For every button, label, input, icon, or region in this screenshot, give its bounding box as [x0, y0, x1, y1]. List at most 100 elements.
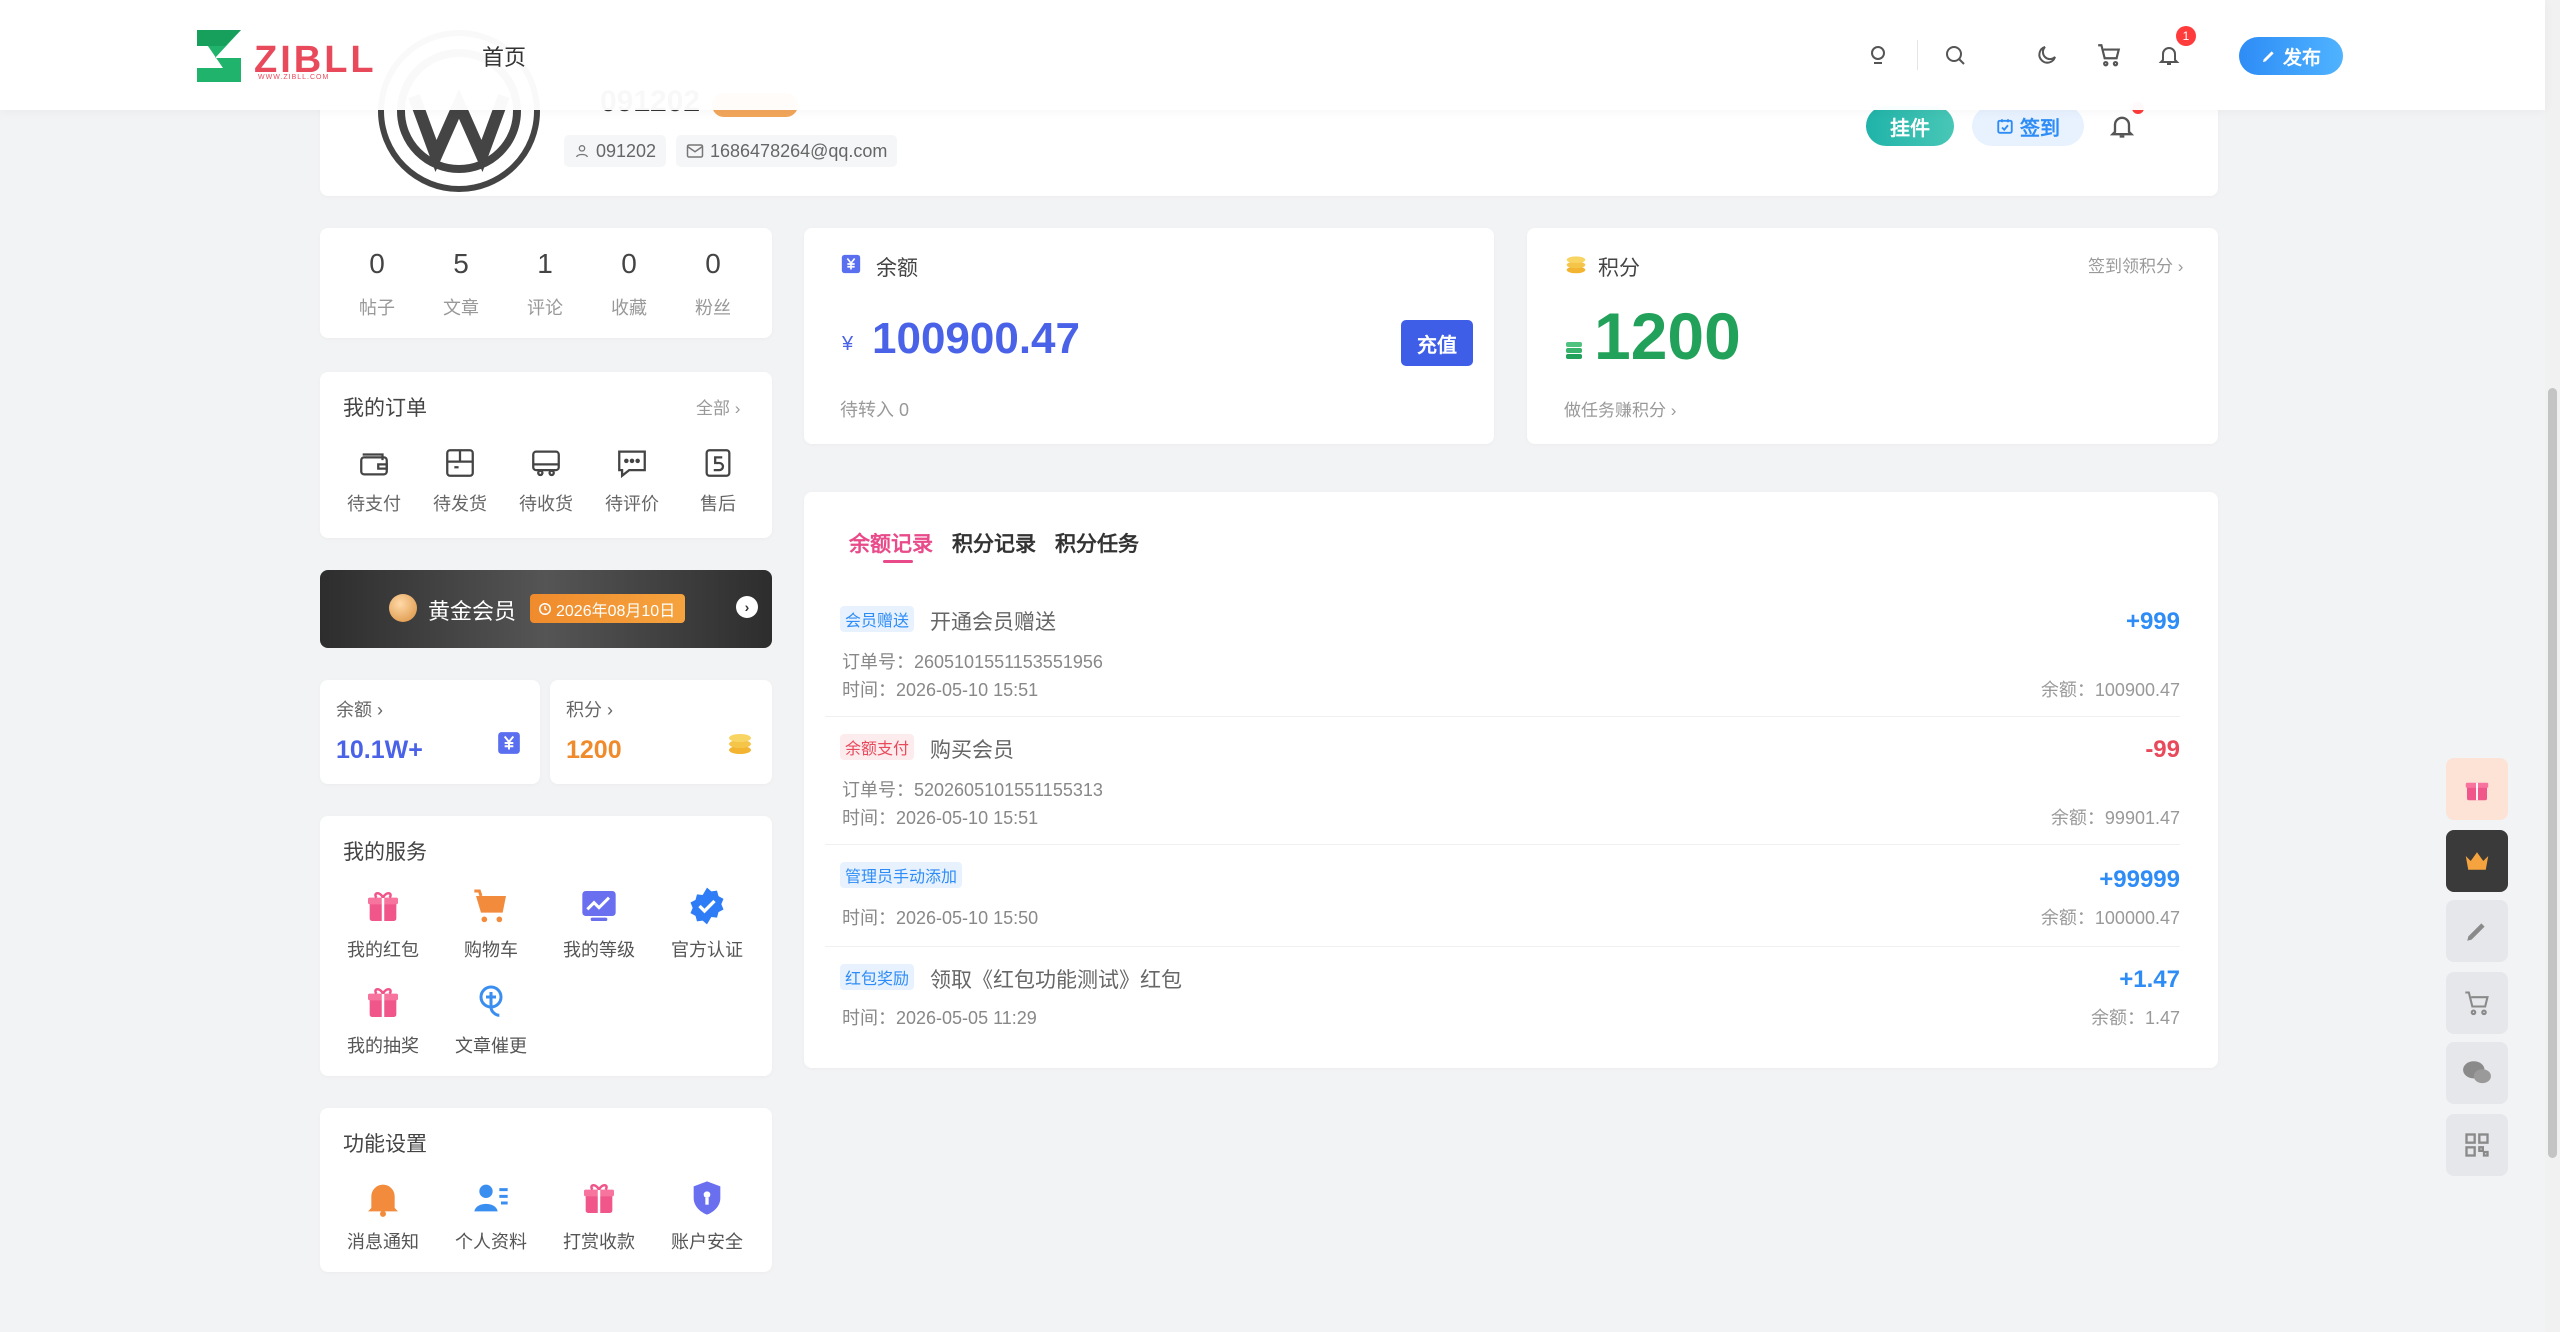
record-time: 时间：2026-05-05 11:29: [842, 1008, 1037, 1028]
setting-label: 个人资料: [455, 1232, 527, 1252]
mini-balance-card[interactable]: 余额 › 10.1W+: [320, 680, 540, 784]
record-order: 订单号：2605101551153551956: [842, 652, 1103, 672]
setting-label: 消息通知: [347, 1232, 419, 1252]
order-pending-receive[interactable]: 待收货: [510, 446, 582, 516]
stat-fans[interactable]: 0 粉丝: [683, 248, 743, 320]
vip-expire-badge: 2026年08月10日: [530, 594, 686, 623]
float-edit-button[interactable]: [2446, 900, 2508, 962]
record-tag: 管理员手动添加: [840, 862, 963, 888]
coins-icon: [726, 730, 754, 756]
service-label: 文章催更: [455, 1036, 527, 1056]
tab-points-records[interactable]: 积分记录: [952, 528, 1036, 558]
wechat-icon: [2463, 1061, 2491, 1084]
points-value: 1200: [1594, 299, 1741, 373]
stat-value: 0: [705, 248, 721, 279]
search-icon[interactable]: [1938, 38, 1972, 72]
stat-value: 0: [621, 248, 637, 279]
setting-reward[interactable]: 打赏收款: [551, 1178, 647, 1254]
task-points-label: 做任务赚积分: [1564, 401, 1666, 420]
stat-value: 5: [453, 248, 469, 279]
comment-icon: [615, 446, 649, 480]
setting-notifications[interactable]: 消息通知: [335, 1178, 431, 1254]
mini-points-card[interactable]: 积分 › 1200: [550, 680, 772, 784]
service-urge[interactable]: 文章催更: [443, 982, 539, 1058]
record-tag: 余额支付: [840, 734, 915, 760]
setting-profile[interactable]: 个人资料: [443, 1178, 539, 1254]
balance-pending: 待转入 0: [840, 400, 910, 420]
clock-icon: [539, 602, 551, 615]
order-pending-pay[interactable]: 待支付: [338, 446, 410, 516]
signin-points-link[interactable]: 签到领积分 ›: [2088, 252, 2183, 277]
orders-all-link[interactable]: 全部 ›: [696, 394, 740, 419]
stat-favorites[interactable]: 0 收藏: [599, 248, 659, 320]
record-amount: +999: [2125, 608, 2180, 635]
logo-icon[interactable]: [195, 28, 245, 84]
cart-icon[interactable]: [2092, 38, 2126, 72]
stat-value: 0: [369, 248, 385, 279]
currency-symbol: ¥: [842, 333, 854, 355]
email-pill: 1686478264@qq.com: [676, 135, 898, 167]
user-icon: [576, 145, 588, 158]
service-verify[interactable]: 官方认证: [659, 886, 755, 962]
stat-articles[interactable]: 5 文章: [431, 248, 491, 320]
wallet-icon: [357, 446, 391, 480]
float-wechat-button[interactable]: [2446, 1042, 2508, 1104]
chevron-right-icon[interactable]: ›: [736, 596, 758, 618]
setting-security[interactable]: 账户安全: [659, 1178, 755, 1254]
stat-comments[interactable]: 1 评论: [515, 248, 575, 320]
order-pending-ship[interactable]: 待发货: [424, 446, 496, 516]
stat-label: 粉丝: [695, 298, 731, 318]
header-divider: [1917, 40, 1918, 70]
task-points-link[interactable]: 做任务赚积分 ›: [1564, 396, 1676, 421]
stat-posts[interactable]: 0 帖子: [347, 248, 407, 320]
verified-icon: [687, 886, 727, 926]
tab-points-tasks[interactable]: 积分任务: [1055, 528, 1139, 558]
service-label: 我的抽奖: [347, 1036, 419, 1056]
mini-points-title: 积分 ›: [566, 700, 613, 720]
signin-label: 签到: [2020, 117, 2060, 140]
float-vip-button[interactable]: [2446, 830, 2508, 892]
qrcode-icon: [2465, 1133, 2489, 1157]
order-label: 售后: [700, 494, 736, 514]
service-redpacket[interactable]: 我的红包: [335, 886, 431, 962]
publish-button[interactable]: 发布: [2239, 37, 2343, 75]
service-level[interactable]: 我的等级: [551, 886, 647, 962]
reward-icon: [579, 1178, 619, 1218]
scrollbar-thumb[interactable]: [2548, 388, 2557, 1158]
service-cart[interactable]: 购物车: [443, 886, 539, 962]
orders-title: 我的订单: [343, 397, 427, 420]
pendant-button[interactable]: 挂件: [1866, 106, 1954, 146]
float-qrcode-button[interactable]: [2446, 1114, 2508, 1176]
record-title: 购买会员: [930, 739, 1014, 762]
crown-icon: [389, 594, 417, 622]
nav-home-link[interactable]: 首页: [482, 40, 526, 72]
setting-label: 账户安全: [671, 1232, 743, 1252]
order-pending-review[interactable]: 待评价: [596, 446, 668, 516]
recharge-button[interactable]: 充值: [1401, 320, 1473, 366]
moon-icon[interactable]: [2030, 38, 2064, 72]
signin-button[interactable]: 签到: [1972, 106, 2084, 146]
hand-icon: [471, 982, 511, 1022]
order-aftersale[interactable]: 售后: [682, 446, 754, 516]
aftersale-icon: [701, 446, 735, 480]
service-label: 官方认证: [671, 940, 743, 960]
calendar-check-icon: [1997, 119, 2013, 134]
record-balance: 余额：1.47: [2090, 1008, 2180, 1028]
record-balance: 余额：99901.47: [2050, 808, 2180, 828]
order-label: 待评价: [605, 494, 659, 514]
bell-icon: [363, 1178, 403, 1218]
points-title: 积分: [1598, 257, 1640, 280]
record-divider: [825, 716, 2180, 717]
pencil-icon: [2262, 51, 2274, 62]
profile-icon: [471, 1178, 511, 1218]
float-gift-button[interactable]: [2446, 758, 2508, 820]
user-pin-icon[interactable]: [1861, 38, 1895, 72]
tab-balance-records[interactable]: 余额记录: [849, 528, 933, 558]
yen-card-icon: [840, 253, 862, 275]
service-lottery[interactable]: 我的抽奖: [335, 982, 431, 1058]
float-cart-button[interactable]: [2446, 972, 2508, 1034]
orders-all-label: 全部: [696, 399, 730, 418]
record-amount: +1.47: [2119, 966, 2180, 993]
user-id: 091202: [596, 140, 657, 161]
profile-bell-icon[interactable]: [2108, 112, 2138, 142]
